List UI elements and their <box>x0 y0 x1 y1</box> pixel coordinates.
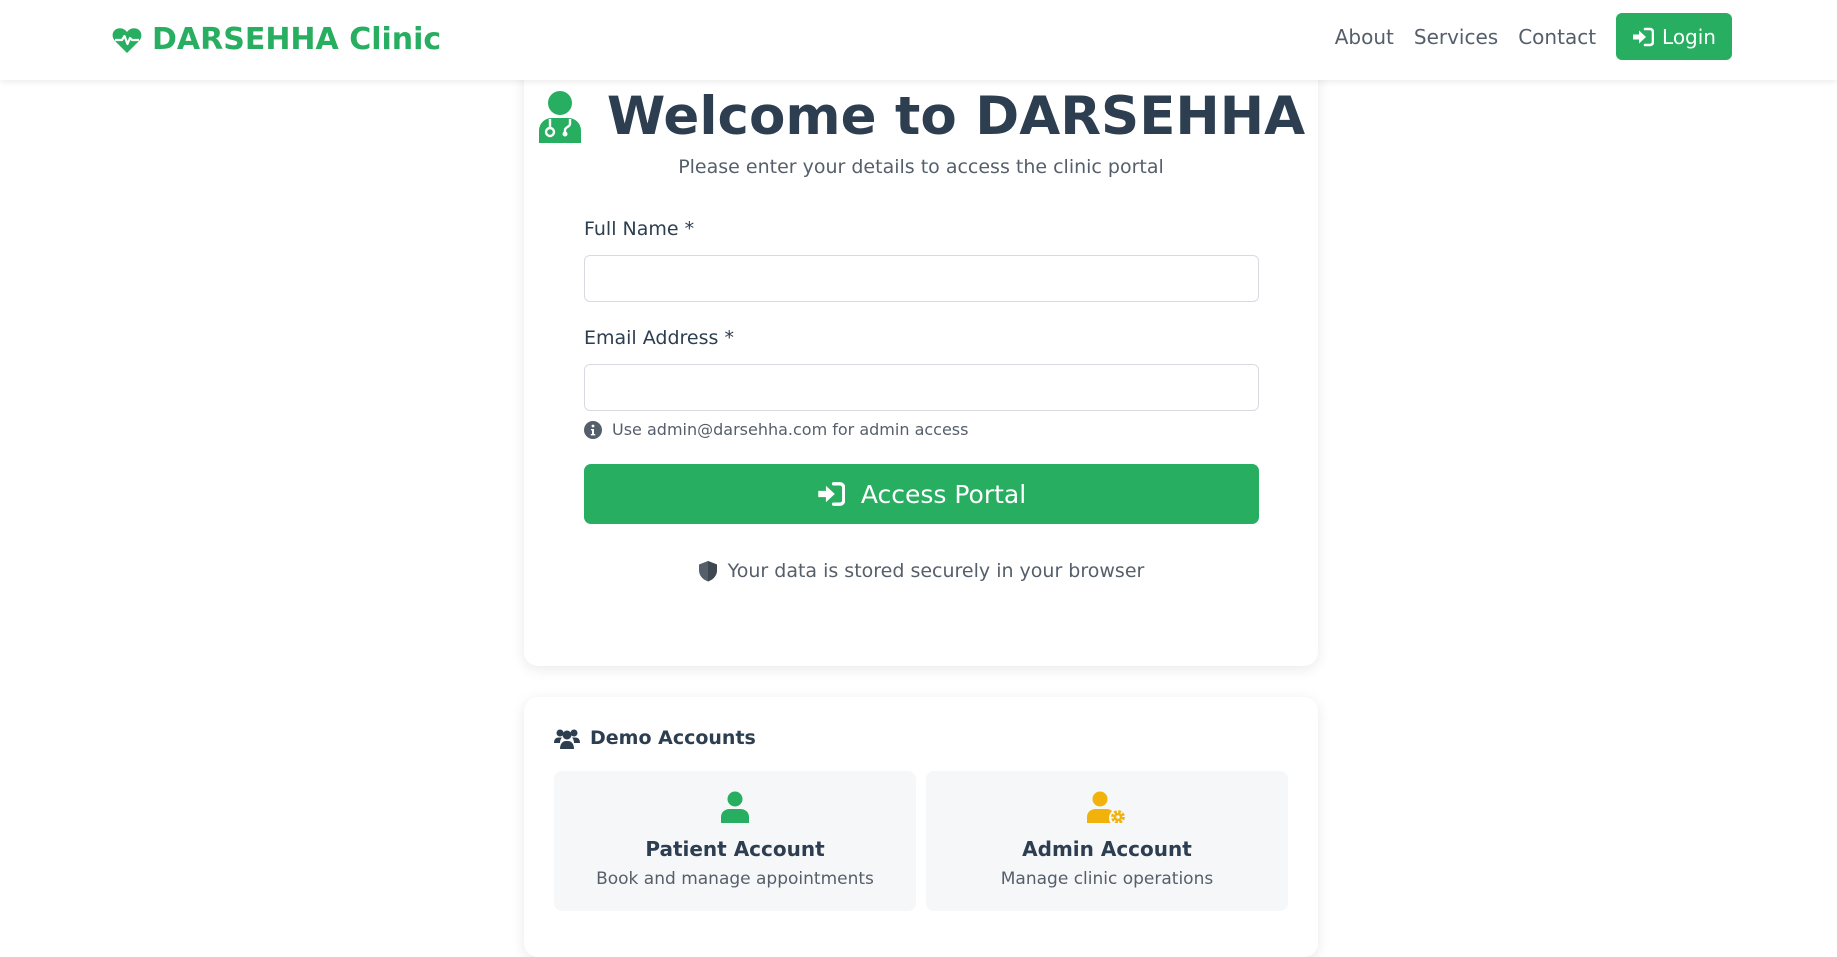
login-card: Welcome to DARSEHHA Please enter your de… <box>524 40 1318 666</box>
admin-account-description: Manage clinic operations <box>1000 869 1214 889</box>
page-subtitle: Please enter your details to access the … <box>678 156 1164 178</box>
sign-in-icon <box>1633 27 1655 46</box>
login-button-label: Login <box>1662 24 1716 49</box>
user-gear-icon <box>1087 791 1125 823</box>
patient-icon-wrap <box>554 791 916 823</box>
info-circle-icon <box>584 420 602 439</box>
nav-link-about[interactable]: About <box>1335 25 1394 49</box>
nav-link-contact[interactable]: Contact <box>1518 25 1596 49</box>
demo-accounts-card: Demo Accounts Patient Account Book and m… <box>524 697 1318 957</box>
welcome-header: Welcome to DARSEHHA <box>524 86 1318 147</box>
demo-accounts-heading: Demo Accounts <box>554 727 756 749</box>
patient-account-description: Book and manage appointments <box>596 869 874 889</box>
admin-account-card[interactable]: Admin Account Manage clinic operations <box>926 771 1288 911</box>
access-portal-label: Access Portal <box>860 479 1027 509</box>
secure-note: Your data is stored securely in your bro… <box>524 560 1318 582</box>
brand-link[interactable]: DARSEHHA Clinic <box>112 22 441 57</box>
sign-in-icon <box>818 482 845 506</box>
access-portal-button[interactable]: Access Portal <box>584 464 1259 524</box>
email-input[interactable] <box>584 364 1259 411</box>
navbar: DARSEHHA Clinic About Services Contact L… <box>0 0 1837 80</box>
login-button[interactable]: Login <box>1616 13 1732 60</box>
nav-link-services[interactable]: Services <box>1414 25 1498 49</box>
demo-accounts-title: Demo Accounts <box>590 727 756 749</box>
users-icon <box>554 729 580 749</box>
nav-links: About Services Contact Login <box>1335 13 1732 60</box>
admin-icon-wrap <box>926 791 1288 823</box>
heart-pulse-icon <box>112 27 142 53</box>
full-name-input[interactable] <box>584 255 1259 302</box>
user-icon <box>721 791 749 823</box>
admin-hint: Use admin@darsehha.com for admin access <box>584 420 968 439</box>
patient-account-title: Patient Account <box>645 837 825 861</box>
admin-account-title: Admin Account <box>1022 837 1192 861</box>
brand-name: DARSEHHA Clinic <box>152 22 442 57</box>
email-label: Email Address * <box>584 327 734 349</box>
page-title: Welcome to DARSEHHA <box>606 86 1306 147</box>
admin-hint-text: Use admin@darsehha.com for admin access <box>612 420 969 439</box>
shield-icon <box>698 561 717 582</box>
patient-account-card[interactable]: Patient Account Book and manage appointm… <box>554 771 916 911</box>
user-doctor-icon <box>538 90 581 143</box>
secure-note-text: Your data is stored securely in your bro… <box>727 560 1145 582</box>
full-name-label: Full Name * <box>584 218 695 240</box>
